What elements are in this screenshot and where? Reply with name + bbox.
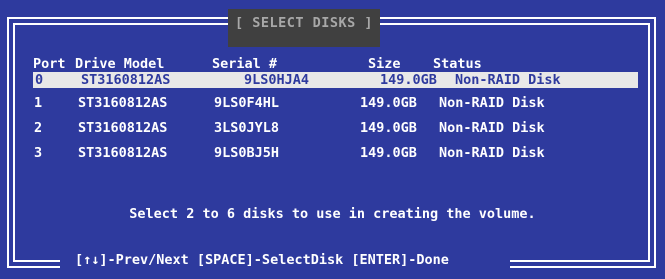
disk-row-3[interactable]: 3 ST3160812AS 9LS0BJ5H 149.0GB Non-RAID … (32, 145, 636, 161)
key-help-bar: [↑↓]-Prev/Next [SPACE]-SelectDisk [ENTER… (75, 252, 449, 268)
disk-model: ST3160812AS (78, 120, 168, 136)
column-header-serial: Serial # (212, 56, 278, 72)
column-header-status: Status (433, 56, 482, 72)
column-header-drive-model: Drive Model (75, 56, 165, 72)
disk-row-0[interactable]: 0 ST3160812AS 9LS0HJA4 149.0GB Non-RAID … (33, 72, 638, 88)
disk-size: 149.0GB (380, 72, 437, 88)
disk-model: ST3160812AS (78, 95, 168, 111)
bios-select-disks-screen: [ SELECT DISKS ] Port Drive Model Serial… (0, 0, 665, 279)
disk-status: Non-RAID Disk (439, 145, 545, 161)
disk-status: Non-RAID Disk (439, 95, 545, 111)
disk-status: Non-RAID Disk (455, 72, 561, 88)
dialog-title: [ SELECT DISKS ] (228, 9, 380, 47)
disk-serial: 9LS0HJA4 (244, 72, 310, 88)
disk-model: ST3160812AS (81, 72, 171, 88)
disk-size: 149.0GB (360, 145, 417, 161)
disk-size: 149.0GB (360, 120, 417, 136)
column-header-size: Size (368, 56, 401, 72)
disk-model: ST3160812AS (78, 145, 168, 161)
disk-serial: 9LS0BJ5H (214, 145, 280, 161)
instruction-message: Select 2 to 6 disks to use in creating t… (129, 206, 536, 222)
disk-size: 149.0GB (360, 95, 417, 111)
disk-row-2[interactable]: 2 ST3160812AS 3LS0JYL8 149.0GB Non-RAID … (32, 120, 636, 136)
disk-serial: 3LS0JYL8 (214, 120, 280, 136)
disk-status: Non-RAID Disk (439, 120, 545, 136)
disk-serial: 9LS0F4HL (214, 95, 280, 111)
disk-port: 1 (34, 95, 43, 111)
disk-row-1[interactable]: 1 ST3160812AS 9LS0F4HL 149.0GB Non-RAID … (32, 95, 636, 111)
disk-port: 3 (34, 145, 43, 161)
column-header-port: Port (33, 56, 66, 72)
disk-port: 2 (34, 120, 43, 136)
disk-port: 0 (35, 72, 44, 88)
